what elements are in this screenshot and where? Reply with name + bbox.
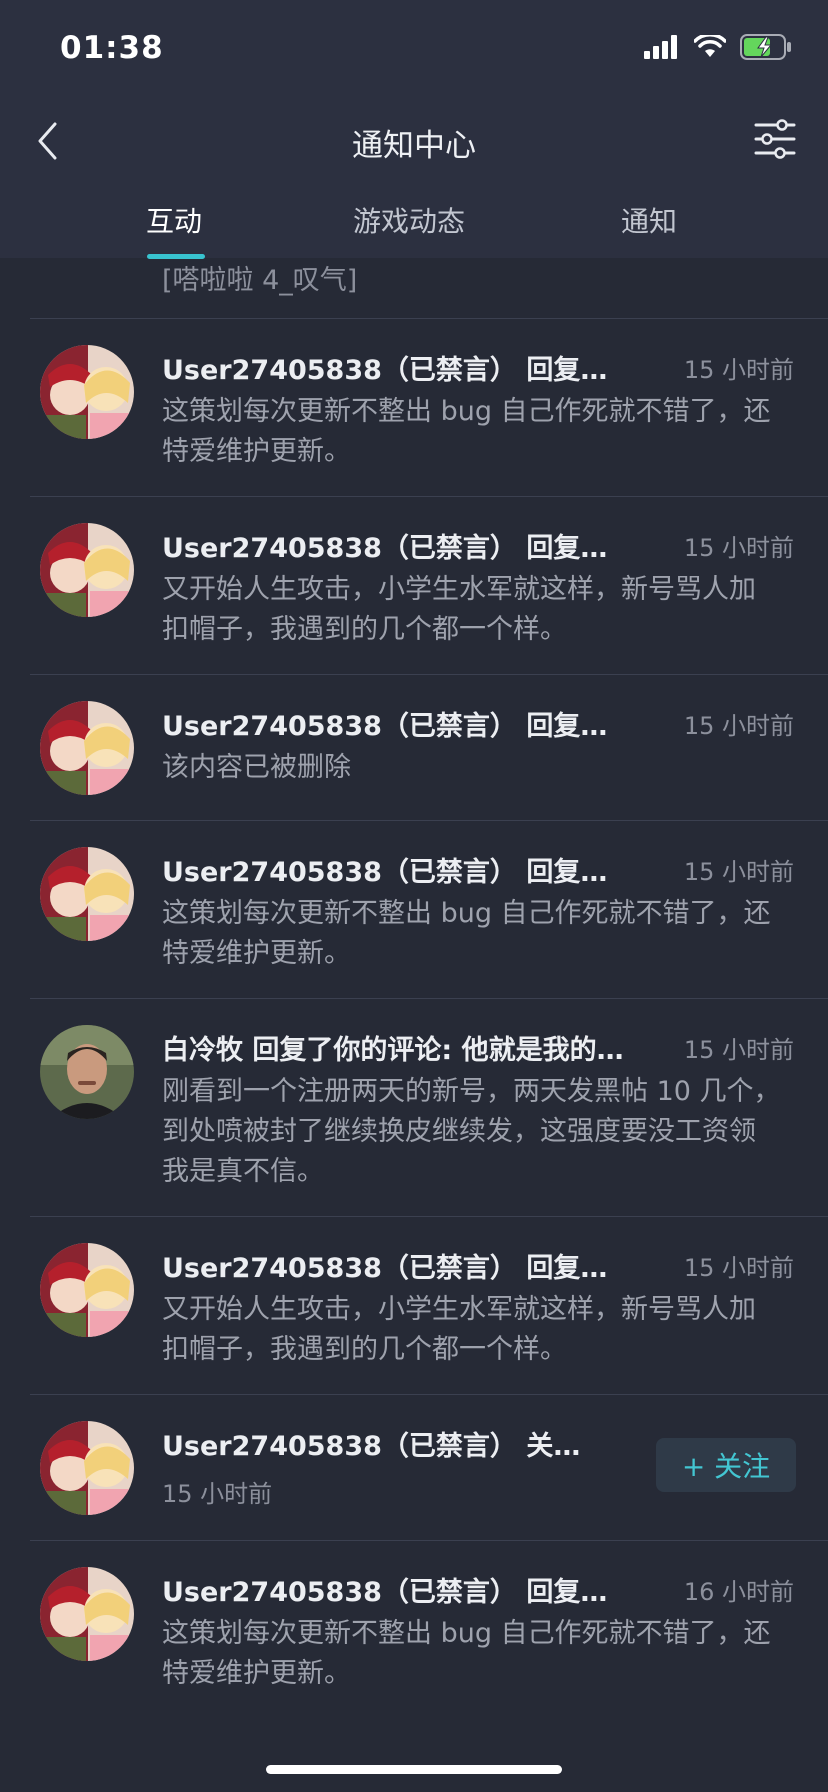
notification-body: 又开始人生攻击，小学生水军就这样，新号骂人加扣帽子，我遇到的几个都一个样。 <box>162 1294 756 1365</box>
notification-time: 15 小时前 <box>683 1254 794 1282</box>
avatar[interactable] <box>40 1025 134 1119</box>
notification-item-follow[interactable]: User27405838（已禁言） 关注了你 15 小时前 + 关注 <box>0 1394 828 1540</box>
avatar[interactable] <box>40 847 134 941</box>
avatar[interactable] <box>40 701 134 795</box>
nav-bar: 通知中心 <box>0 100 828 182</box>
notification-time: 15 小时前 <box>683 858 794 886</box>
filter-button[interactable] <box>752 116 798 162</box>
active-tab-indicator <box>147 254 205 259</box>
notification-body: 这策划每次更新不整出 bug 自己作死就不错了，还特爱维护更新。 <box>162 396 771 467</box>
filter-sliders-icon <box>754 119 796 159</box>
notification-body: 这策划每次更新不整出 bug 自己作死就不错了，还特爱维护更新。 <box>162 1618 771 1689</box>
list-item-partial[interactable]: [嗒啦啦 4_叹气] <box>0 258 828 318</box>
notification-title: User27405838（已禁言） 回复了你的评论 <box>162 1253 632 1284</box>
avatar[interactable] <box>40 1243 134 1337</box>
notification-item[interactable]: User27405838（已禁言） 回复了你的评论 15 小时前 该内容已被删除 <box>0 674 828 820</box>
notification-body: 该内容已被删除 <box>162 752 351 783</box>
notification-item[interactable]: User27405838（已禁言） 回复了你的评论 15 小时前 这策划每次更新… <box>0 820 828 998</box>
header: 01:38 通知中心 互动 游戏动态 通知 <box>0 0 828 259</box>
notification-time: 15 小时前 <box>683 356 794 384</box>
notification-body: 刚看到一个注册两天的新号，两天发黑帖 10 几个，到处喷被封了继续换皮继续发，这… <box>162 1076 781 1187</box>
notification-title: User27405838（已禁言） 回复了你的评论 <box>162 1577 632 1608</box>
notification-title: User27405838（已禁言） 回复了你的评论 <box>162 355 632 386</box>
notification-title: User27405838（已禁言） 关注了你 <box>162 1431 592 1462</box>
follow-button[interactable]: + 关注 <box>656 1438 796 1492</box>
avatar[interactable] <box>40 1421 134 1515</box>
notification-item[interactable]: User27405838（已禁言） 回复了你的评论 15 小时前 又开始人生攻击… <box>0 496 828 674</box>
notification-center-screen: 01:38 通知中心 互动 游戏动态 通知 [嗒啦啦 4_叹气] User274… <box>0 0 828 1792</box>
notification-time: 15 小时前 <box>683 534 794 562</box>
avatar[interactable] <box>40 523 134 617</box>
notification-time: 16 小时前 <box>683 1578 794 1606</box>
battery-charging-icon <box>740 34 792 64</box>
notification-body: 又开始人生攻击，小学生水军就这样，新号骂人加扣帽子，我遇到的几个都一个样。 <box>162 574 756 645</box>
tab-game-activity[interactable]: 游戏动态 <box>353 200 465 240</box>
notification-title: User27405838（已禁言） 回复了你的评论 <box>162 711 632 742</box>
notification-item[interactable]: User27405838（已禁言） 回复了你的评论 15 小时前 这策划每次更新… <box>0 318 828 496</box>
signal-icon <box>644 35 680 63</box>
notification-title: User27405838（已禁言） 回复了你的评论 <box>162 857 632 888</box>
notification-time: 15 小时前 <box>683 1036 794 1064</box>
status-icons <box>644 33 792 64</box>
home-indicator[interactable] <box>266 1765 562 1774</box>
notification-title: User27405838（已禁言） 回复了你的评论 <box>162 533 632 564</box>
status-bar: 01:38 <box>0 0 828 100</box>
notification-body: 这策划每次更新不整出 bug 自己作死就不错了，还特爱维护更新。 <box>162 898 771 969</box>
status-time: 01:38 <box>60 30 164 66</box>
tab-interaction[interactable]: 互动 <box>146 200 202 240</box>
notification-title: 白冷牧 回复了你的评论: 他就是我的评论 <box>162 1035 632 1066</box>
page-title: 通知中心 <box>352 128 476 164</box>
avatar[interactable] <box>40 345 134 439</box>
notification-item[interactable]: User27405838（已禁言） 回复了你的评论 16 小时前 这策划每次更新… <box>0 1540 828 1718</box>
tab-notices[interactable]: 通知 <box>621 200 677 240</box>
notification-item[interactable]: User27405838（已禁言） 回复了你的评论 15 小时前 又开始人生攻击… <box>0 1216 828 1394</box>
partial-item-body: [嗒啦啦 4_叹气] <box>162 265 358 296</box>
tab-bar: 互动 游戏动态 通知 <box>0 182 828 259</box>
notification-item[interactable]: 白冷牧 回复了你的评论: 他就是我的评论 15 小时前 刚看到一个注册两天的新号… <box>0 998 828 1216</box>
notification-time: 15 小时前 <box>683 712 794 740</box>
avatar[interactable] <box>40 1567 134 1661</box>
wifi-icon <box>693 33 727 63</box>
